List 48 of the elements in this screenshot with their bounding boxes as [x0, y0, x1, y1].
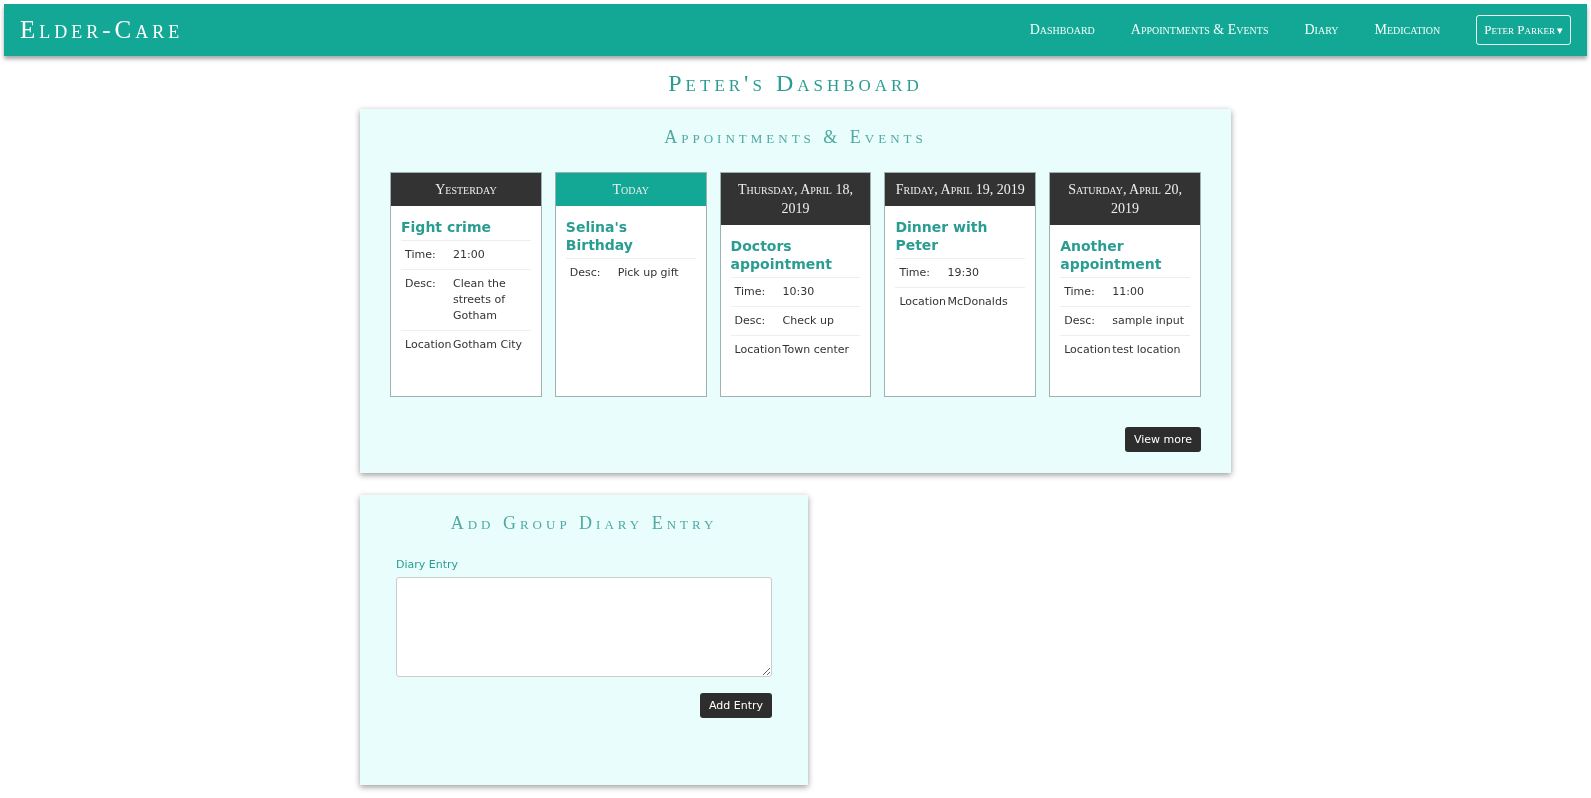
page-title: Peter's Dashboard [667, 70, 924, 97]
user-menu-button[interactable]: Peter Parker▾ [1476, 15, 1571, 45]
nav-link[interactable]: Medication [1374, 22, 1441, 38]
add-entry-button[interactable]: Add Entry [699, 693, 772, 718]
detail-value: 21:00 [453, 247, 486, 263]
nav-link[interactable]: Diary [1304, 22, 1339, 38]
detail-label: Time: [734, 284, 767, 300]
detail-value: McDonalds [947, 294, 1009, 310]
detail-label: Desc: [1064, 313, 1096, 329]
day-heading: Friday, April 19, 2019 [885, 173, 1036, 206]
detail-label: Desc: [734, 313, 767, 329]
detail-value: 19:30 [947, 265, 981, 281]
detail-label: Time: [1064, 284, 1096, 300]
detail-value: Check up [782, 313, 835, 329]
detail-label: Desc: [405, 276, 437, 292]
detail-label: Location [1064, 342, 1112, 358]
event-title: Doctors appointment [730, 237, 861, 278]
detail-value: Town center [782, 342, 851, 358]
detail-label: Location [899, 294, 947, 310]
day-heading: Today [555, 173, 706, 206]
panel-title: Appointments & Events [663, 127, 928, 148]
detail-label: Location [405, 337, 453, 353]
detail-label: Location [734, 342, 782, 358]
detail-value: test location [1112, 342, 1182, 358]
day-heading: Thursday, April 18, 2019 [720, 173, 871, 225]
nav-link[interactable]: Dashboard [1029, 22, 1095, 38]
brand-logo[interactable]: Elder-Care [20, 16, 184, 44]
diary-entry-field[interactable] [396, 577, 772, 677]
event-title: Fight crime [401, 218, 531, 241]
detail-value: sample input [1112, 313, 1185, 329]
detail-value: 10:30 [782, 284, 816, 300]
event-title: Selina's Birthday [565, 218, 696, 259]
detail-value: Pick up gift [617, 265, 680, 281]
event-title: Another appointment [1060, 237, 1190, 278]
detail-value: Gotham City [453, 337, 524, 353]
detail-label: Time: [899, 265, 932, 281]
nav-link[interactable]: Appointments & Events [1130, 22, 1269, 38]
detail-label: Time: [405, 247, 437, 263]
field-label: Diary Entry [396, 558, 460, 571]
day-heading: Yesterday [391, 173, 541, 206]
view-more-button[interactable]: View more [1124, 427, 1201, 452]
panel-title: Add Group Diary Entry [449, 513, 719, 534]
event-title: Dinner with Peter [895, 218, 1026, 259]
detail-label: Desc: [569, 265, 602, 281]
detail-value: Clean the streets of Gotham [453, 276, 507, 324]
caret-icon: ▾ [1557, 23, 1563, 37]
detail-value: 11:00 [1112, 284, 1145, 300]
day-heading: Saturday, April 20, 2019 [1050, 173, 1200, 225]
